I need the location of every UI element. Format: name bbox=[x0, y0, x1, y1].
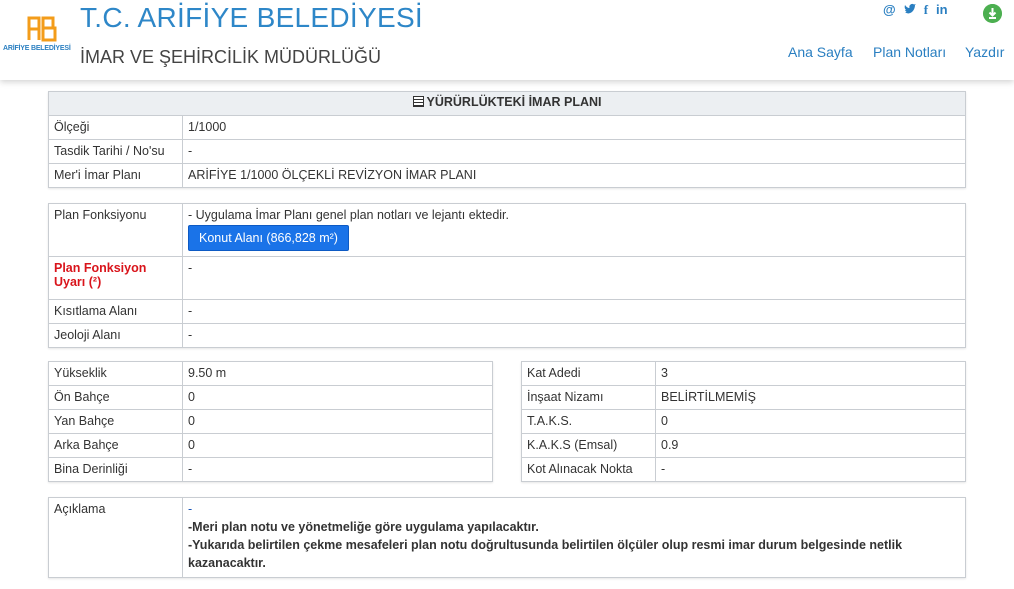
plan-table-title: YÜRÜRLÜKTEKİ İMAR PLANI bbox=[426, 95, 602, 109]
left-params-table: Yükseklik 9.50 m Ön Bahçe 0 Yan Bahçe 0 Ark… bbox=[48, 361, 493, 482]
page-subtitle: İMAR VE ŞEHİRCİLİK MÜDÜRLÜĞÜ bbox=[80, 47, 382, 67]
value-bina-derinligi: - bbox=[182, 457, 493, 482]
logo-mark-icon bbox=[27, 16, 57, 42]
value-yan-bahce: 0 bbox=[182, 409, 493, 434]
value-yukseklik: 9.50 m bbox=[182, 361, 493, 386]
value-tasdik: - bbox=[182, 139, 966, 164]
aciklama-dash: - bbox=[188, 502, 193, 516]
value-arka-bahce: 0 bbox=[182, 433, 493, 458]
download-icon[interactable] bbox=[983, 4, 1002, 23]
label-fonksiyon-uyari: Plan Fonksiyon Uyarı (²) bbox=[48, 256, 183, 300]
label-kisitlama: Kısıtlama Alanı bbox=[48, 299, 183, 324]
label-on-bahce: Ön Bahçe bbox=[48, 385, 183, 410]
label-meri-plan: Mer'i İmar Planı bbox=[48, 163, 183, 188]
value-kot-nokta: - bbox=[655, 457, 966, 482]
plan-table: YÜRÜRLÜKTEKİ İMAR PLANI Ölçeği 1/1000 Ta… bbox=[48, 91, 966, 188]
value-kisitlama: - bbox=[182, 299, 966, 324]
aciklama-line-2: -Yukarıda belirtilen çekme mesafeleri pl… bbox=[188, 538, 903, 570]
facebook-icon[interactable]: f bbox=[924, 2, 928, 18]
nav-yazdir[interactable]: Yazdır bbox=[965, 44, 1004, 60]
label-arka-bahce: Arka Bahçe bbox=[48, 433, 183, 458]
label-olcegi: Ölçeği bbox=[48, 115, 183, 140]
logo[interactable]: ARİFİYE BELEDİYESİ bbox=[3, 14, 75, 58]
value-fonksiyon-uyari: - bbox=[182, 256, 966, 300]
value-on-bahce: 0 bbox=[182, 385, 493, 410]
label-kaks: K.A.K.S (Emsal) bbox=[521, 433, 656, 458]
header: ARİFİYE BELEDİYESİ T.C. ARİFİYE BELEDİYE… bbox=[0, 0, 1014, 80]
label-yukseklik: Yükseklik bbox=[48, 361, 183, 386]
value-meri-plan: ARİFİYE 1/1000 ÖLÇEKLİ REVİZYON İMAR PLA… bbox=[182, 163, 966, 188]
social-links: @ f in bbox=[883, 2, 948, 18]
value-olcegi: 1/1000 bbox=[182, 115, 966, 140]
label-kot-nokta: Kot Alınacak Nokta bbox=[521, 457, 656, 482]
right-params-table: Kat Adedi 3 İnşaat Nizamı BELİRTİLMEMİŞ T.… bbox=[521, 361, 966, 482]
list-icon bbox=[412, 96, 424, 107]
value-jeoloji: - bbox=[182, 323, 966, 348]
page-title: T.C. ARİFİYE BELEDİYESİ bbox=[80, 2, 424, 33]
description-table: Açıklama - -Meri plan notu ve yönetmeliğ… bbox=[48, 497, 966, 578]
label-insaat-nizami: İnşaat Nizamı bbox=[521, 385, 656, 410]
value-plan-fonksiyonu: - Uygulama İmar Planı genel plan notları… bbox=[182, 203, 966, 257]
label-bina-derinligi: Bina Derinliği bbox=[48, 457, 183, 482]
function-table: Plan Fonksiyonu - Uygulama İmar Planı ge… bbox=[48, 203, 966, 348]
logo-text: ARİFİYE BELEDİYESİ bbox=[3, 45, 71, 52]
label-aciklama: Açıklama bbox=[48, 497, 183, 578]
label-kat-adedi: Kat Adedi bbox=[521, 361, 656, 386]
label-jeoloji: Jeoloji Alanı bbox=[48, 323, 183, 348]
value-kaks: 0.9 bbox=[655, 433, 966, 458]
aciklama-line-1: -Meri plan notu ve yönetmeliğe göre uygu… bbox=[188, 520, 539, 534]
value-insaat-nizami: BELİRTİLMEMİŞ bbox=[655, 385, 966, 410]
value-taks: 0 bbox=[655, 409, 966, 434]
at-icon[interactable]: @ bbox=[883, 2, 896, 18]
linkedin-icon[interactable]: in bbox=[936, 2, 948, 18]
label-tasdik: Tasdik Tarihi / No'su bbox=[48, 139, 183, 164]
plan-table-header: YÜRÜRLÜKTEKİ İMAR PLANI bbox=[48, 91, 966, 116]
value-aciklama: - -Meri plan notu ve yönetmeliğe göre uy… bbox=[182, 497, 966, 578]
function-note: - Uygulama İmar Planı genel plan notları… bbox=[188, 208, 510, 222]
nav-plan-notlari[interactable]: Plan Notları bbox=[873, 44, 946, 60]
label-yan-bahce: Yan Bahçe bbox=[48, 409, 183, 434]
twitter-icon[interactable] bbox=[904, 3, 916, 17]
label-plan-fonksiyonu: Plan Fonksiyonu bbox=[48, 203, 183, 257]
label-taks: T.A.K.S. bbox=[521, 409, 656, 434]
nav-ana-sayfa[interactable]: Ana Sayfa bbox=[788, 44, 853, 60]
konut-alani-button[interactable]: Konut Alanı (866,828 m²) bbox=[188, 225, 349, 251]
value-kat-adedi: 3 bbox=[655, 361, 966, 386]
